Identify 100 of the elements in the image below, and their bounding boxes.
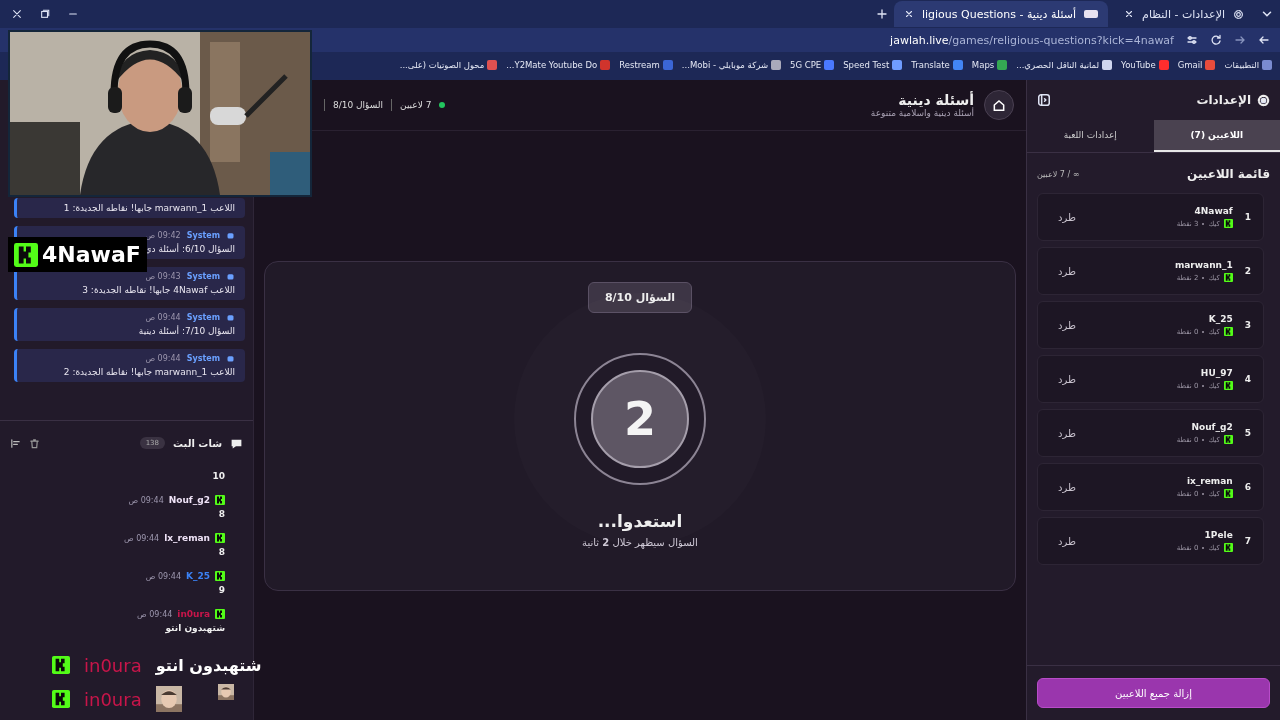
message-text: اللاعب marwann_1 جابها! نقاطه الجديدة: 1	[62, 203, 235, 213]
gear-icon	[1233, 8, 1244, 20]
player-rank: 7	[1244, 536, 1251, 546]
author-name: System	[186, 313, 220, 322]
player-name: ix_reman	[1185, 476, 1233, 486]
home-button[interactable]	[984, 90, 1014, 120]
player-name: 4Nawaf	[1193, 206, 1233, 216]
player-rank: 5	[1244, 428, 1251, 438]
trash-icon[interactable]	[29, 437, 40, 449]
favicon-icon	[1158, 60, 1169, 70]
favicon-icon	[1102, 60, 1113, 70]
bookmark[interactable]: Gmail	[1177, 60, 1216, 70]
message-time: 09:44 ص	[128, 495, 164, 505]
message-time: 09:44 ص	[145, 313, 181, 322]
bookmark[interactable]: YouTube	[1121, 60, 1169, 70]
bookmark[interactable]: Speed Test	[843, 60, 903, 70]
bookmark[interactable]: التطبيقات	[1224, 60, 1272, 70]
kick-logo-icon	[14, 242, 38, 267]
close-icon[interactable]	[903, 9, 914, 19]
message-text: 10	[211, 471, 225, 481]
collapse-panel-icon[interactable]	[1037, 93, 1051, 107]
kick-button[interactable]: طرد	[1050, 423, 1084, 443]
alert-username: in0ura	[84, 654, 142, 676]
close-icon[interactable]	[12, 9, 22, 19]
kick-icon	[215, 495, 225, 505]
reload-icon[interactable]	[1210, 34, 1222, 46]
favicon-icon	[487, 60, 498, 70]
player-name: Nouf_g2	[1190, 422, 1233, 432]
kick-button[interactable]: طرد	[1050, 531, 1084, 551]
browser-tab[interactable]: أسئلة دينية - ligious Questions	[893, 1, 1109, 27]
kick-button[interactable]: طرد	[1050, 261, 1084, 281]
kick-icon	[1223, 489, 1233, 498]
kick-icon	[52, 656, 70, 674]
settings-tab[interactable]: إعدادات اللعبة	[1027, 120, 1154, 152]
bookmark[interactable]: محول الصوتيات (على...	[399, 60, 498, 70]
username[interactable]: lx_reman	[164, 533, 210, 543]
alert-username: in0ura	[84, 688, 142, 710]
address-field[interactable]: jawlah.live/games/religious-questions?kick=4nawaf	[890, 33, 1174, 47]
favicon-icon	[662, 60, 673, 70]
new-tab-icon[interactable]	[875, 8, 888, 20]
question-badge: السؤال 8/10	[587, 281, 693, 313]
kick-icon	[215, 533, 225, 543]
message-time: 09:43 ص	[145, 272, 181, 281]
message-time: 09:44 ص	[137, 609, 173, 619]
username[interactable]: K_25	[186, 571, 210, 581]
bookmark[interactable]: Restream	[619, 60, 673, 70]
player-rank: 2	[1244, 266, 1251, 276]
game-title: أسئلة دينية	[897, 92, 974, 108]
streamer-name: 4NawaF	[42, 242, 141, 267]
favicon-icon	[997, 60, 1008, 70]
player-name: 1Pele	[1203, 530, 1233, 540]
kick-icon	[215, 609, 225, 619]
message-text: السؤال 7/10: أسئلة دينية	[137, 326, 235, 336]
ready-heading: استعدوا...	[597, 510, 683, 531]
chat-title: شات البث	[173, 437, 222, 449]
kick-icon	[1223, 327, 1233, 336]
author-name: System	[186, 272, 220, 281]
kick-icon	[1223, 219, 1233, 228]
message-text: 9	[217, 585, 225, 595]
kick-button[interactable]: طرد	[1050, 369, 1084, 389]
kick-button[interactable]: طرد	[1050, 315, 1084, 335]
message-time: 09:44 ص	[145, 354, 181, 363]
bookmark[interactable]: شركة موبايلي - Mobi...	[681, 60, 781, 70]
player-name: K_25	[1207, 314, 1233, 324]
player-rank: 3	[1244, 320, 1251, 330]
game-subtitle: أسئلة دينية واسلامية متنوعة	[870, 108, 974, 118]
kick-icon	[1223, 381, 1233, 390]
list-icon[interactable]	[10, 437, 21, 449]
bookmark[interactable]: Y2Mate Youtube Do...	[506, 60, 611, 70]
kick-icon	[52, 690, 70, 708]
countdown-number: 2	[591, 369, 689, 468]
player-rank: 6	[1244, 482, 1251, 492]
player-capacity: ∞ / 7 لاعبين	[1037, 169, 1080, 179]
tune-icon[interactable]	[1186, 34, 1198, 46]
settings-tab[interactable]: اللاعبين (7)	[1153, 120, 1280, 152]
bookmark[interactable]: لمانية الناقل الحصري...	[1016, 60, 1113, 70]
message-time: 09:44 ص	[145, 571, 181, 581]
kick-button[interactable]: طرد	[1050, 477, 1084, 497]
browser-tab[interactable]: الإعدادات - النظام	[1114, 1, 1254, 27]
forward-icon[interactable]	[1234, 34, 1246, 46]
kick-button[interactable]: طرد	[1050, 207, 1084, 227]
favicon-icon	[824, 60, 835, 70]
player-name: marwann_1	[1174, 260, 1233, 270]
close-icon[interactable]	[1124, 9, 1135, 19]
players-count: 7 لاعبين	[400, 100, 432, 110]
kick-icon	[1223, 435, 1233, 444]
favicon-icon	[892, 60, 903, 70]
message-text: اللاعب marwann_1 جابها! نقاطه الجديدة: 2	[62, 367, 235, 377]
bookmark[interactable]: Translate	[911, 60, 963, 70]
message-text: 8	[217, 547, 225, 557]
restore-icon[interactable]	[40, 9, 50, 19]
bookmark[interactable]: Maps	[971, 60, 1008, 70]
message-text: اللاعب 4Nawaf جابها! نقاطه الجديدة: 3	[81, 285, 235, 295]
message-text: شتهبدون انتو	[164, 623, 225, 633]
favicon-icon	[771, 60, 781, 70]
settings-title: الإعدادات	[1196, 93, 1251, 107]
remove-all-button[interactable]: إزالة جميع اللاعبين	[1037, 678, 1270, 708]
back-icon[interactable]	[1258, 34, 1270, 46]
bookmark[interactable]: 5G CPE	[790, 60, 835, 70]
username[interactable]: Nouf_g2	[168, 495, 210, 505]
